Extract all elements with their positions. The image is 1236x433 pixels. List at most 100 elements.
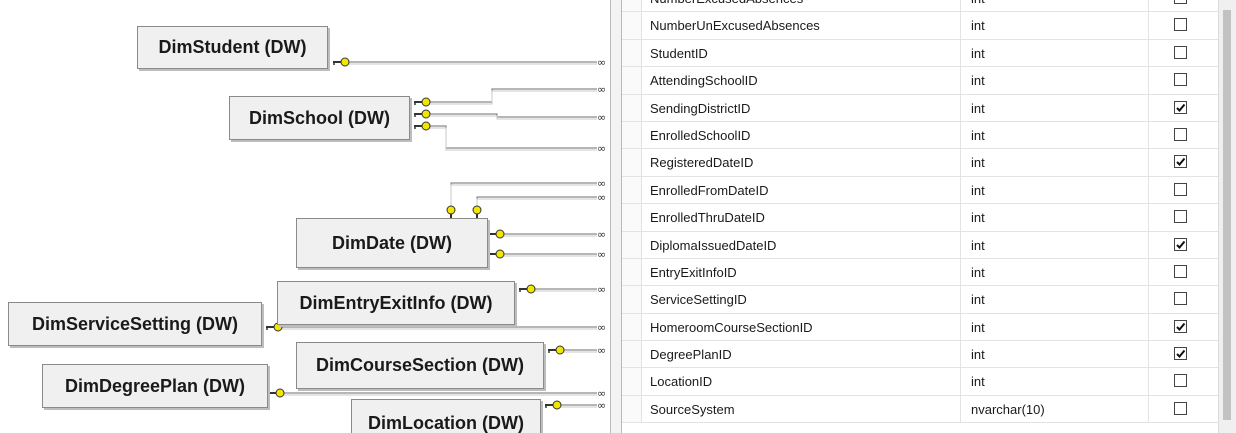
allow-nulls-cell[interactable]	[1148, 0, 1218, 12]
row-selector[interactable]	[622, 121, 642, 149]
allow-nulls-checkbox[interactable]	[1174, 45, 1187, 59]
allow-nulls-cell[interactable]	[1148, 67, 1218, 94]
allow-nulls-checkbox[interactable]	[1174, 0, 1187, 4]
table-dimentryexitinfo[interactable]: DimEntryExitInfo (DW)	[277, 281, 515, 325]
row-selector[interactable]	[622, 341, 642, 368]
allow-nulls-cell[interactable]	[1148, 395, 1218, 423]
data-type-cell[interactable]: int	[960, 286, 1148, 313]
data-type-cell[interactable]: int	[960, 176, 1148, 204]
allow-nulls-checkbox[interactable]	[1174, 237, 1187, 251]
column-row[interactable]: SendingDistrictID int	[622, 94, 1218, 122]
column-row[interactable]: SourceSystem nvarchar(10)	[622, 395, 1218, 424]
column-name-cell[interactable]: DegreePlanID	[650, 341, 960, 368]
data-type-cell[interactable]: int	[960, 0, 1148, 12]
data-type-cell[interactable]: int	[960, 39, 1148, 67]
allow-nulls-checkbox[interactable]	[1174, 182, 1187, 196]
data-type-cell[interactable]: int	[960, 121, 1148, 149]
row-selector[interactable]	[622, 368, 642, 395]
allow-nulls-cell[interactable]	[1148, 231, 1218, 258]
allow-nulls-checkbox[interactable]	[1174, 401, 1187, 415]
data-type-cell[interactable]: int	[960, 204, 1148, 231]
allow-nulls-checkbox[interactable]	[1174, 73, 1187, 87]
panel-splitter[interactable]	[610, 0, 622, 433]
column-name-cell[interactable]: HomeroomCourseSectionID	[650, 314, 960, 341]
row-selector[interactable]	[622, 67, 642, 94]
column-name-cell[interactable]: DiplomaIssuedDateID	[650, 232, 960, 259]
allow-nulls-cell[interactable]	[1148, 176, 1218, 204]
column-row[interactable]: NumberExcusedAbsencesint	[622, 0, 1218, 13]
column-name-cell[interactable]: StudentID	[650, 40, 960, 67]
column-name-cell[interactable]: RegisteredDateID	[650, 149, 960, 176]
row-selector[interactable]	[622, 94, 642, 121]
column-row[interactable]: ServiceSettingID int	[622, 286, 1218, 314]
data-type-cell[interactable]: int	[960, 94, 1148, 121]
data-type-cell[interactable]: int	[960, 258, 1148, 286]
column-name-cell[interactable]: LocationID	[650, 368, 960, 395]
allow-nulls-checkbox[interactable]	[1174, 127, 1187, 141]
column-grid[interactable]: NumberExcusedAbsencesintNumberUnExcusedA…	[622, 0, 1218, 433]
data-type-cell[interactable]: nvarchar(10)	[960, 395, 1148, 423]
allow-nulls-checkbox[interactable]	[1174, 264, 1187, 278]
table-dimservicesetting[interactable]: DimServiceSetting (DW)	[8, 302, 262, 346]
table-dimstudent[interactable]: DimStudent (DW)	[137, 26, 328, 69]
allow-nulls-cell[interactable]	[1148, 286, 1218, 313]
row-selector[interactable]	[622, 286, 642, 313]
allow-nulls-cell[interactable]	[1148, 39, 1218, 67]
data-type-cell[interactable]: int	[960, 12, 1148, 39]
column-row[interactable]: StudentID int	[622, 39, 1218, 68]
column-row[interactable]: NumberUnExcusedAbsences int	[622, 12, 1218, 40]
table-dimdegreeplan[interactable]: DimDegreePlan (DW)	[42, 364, 268, 408]
allow-nulls-cell[interactable]	[1148, 12, 1218, 39]
column-name-cell[interactable]: EnrolledFromDateID	[650, 177, 960, 204]
allow-nulls-cell[interactable]	[1148, 121, 1218, 149]
row-selector[interactable]	[622, 231, 642, 258]
allow-nulls-checkbox[interactable]	[1174, 319, 1187, 333]
column-name-cell[interactable]: AttendingSchoolID	[650, 67, 960, 94]
allow-nulls-checkbox[interactable]	[1174, 155, 1187, 169]
column-row[interactable]: HomeroomCourseSectionID int	[622, 313, 1218, 342]
column-row[interactable]: AttendingSchoolID int	[622, 67, 1218, 95]
column-row[interactable]: EnrolledThruDateID int	[622, 204, 1218, 232]
allow-nulls-cell[interactable]	[1148, 341, 1218, 368]
table-dimcoursesection[interactable]: DimCourseSection (DW)	[296, 342, 544, 389]
row-selector[interactable]	[622, 0, 642, 12]
data-type-cell[interactable]: int	[960, 231, 1148, 258]
column-row[interactable]: EnrolledSchoolID int	[622, 121, 1218, 150]
column-name-cell[interactable]: EnrolledSchoolID	[650, 122, 960, 149]
row-selector[interactable]	[622, 258, 642, 286]
allow-nulls-checkbox[interactable]	[1174, 292, 1187, 306]
column-name-cell[interactable]: EnrolledThruDateID	[650, 204, 960, 231]
column-row[interactable]: DegreePlanID int	[622, 341, 1218, 369]
row-selector[interactable]	[622, 149, 642, 176]
column-row[interactable]: EntryExitInfoID int	[622, 258, 1218, 287]
vertical-scrollbar[interactable]	[1218, 0, 1236, 433]
table-dimschool[interactable]: DimSchool (DW)	[229, 96, 410, 140]
column-name-cell[interactable]: SourceSystem	[650, 396, 960, 423]
allow-nulls-cell[interactable]	[1148, 94, 1218, 121]
diagram-canvas[interactable]: ∞ ∞ ∞ ∞ ∞ ∞ ∞ ∞ ∞ ∞ ∞ ∞ ∞ DimStudent (DW) DimSchool …	[0, 0, 610, 433]
row-selector[interactable]	[622, 204, 642, 231]
allow-nulls-cell[interactable]	[1148, 204, 1218, 231]
column-name-cell[interactable]: EntryExitInfoID	[650, 259, 960, 286]
column-name-cell[interactable]: SendingDistrictID	[650, 95, 960, 122]
allow-nulls-cell[interactable]	[1148, 313, 1218, 341]
allow-nulls-checkbox[interactable]	[1174, 210, 1187, 224]
row-selector[interactable]	[622, 39, 642, 67]
relationship-line[interactable]	[426, 125, 597, 149]
table-dimlocation[interactable]: DimLocation (DW)	[351, 399, 541, 433]
row-selector[interactable]	[622, 176, 642, 204]
allow-nulls-cell[interactable]	[1148, 368, 1218, 395]
column-row[interactable]: EnrolledFromDateID int	[622, 176, 1218, 205]
allow-nulls-cell[interactable]	[1148, 258, 1218, 286]
allow-nulls-checkbox[interactable]	[1174, 100, 1187, 114]
table-dimdate[interactable]: DimDate (DW)	[296, 218, 488, 268]
row-selector[interactable]	[622, 313, 642, 341]
allow-nulls-cell[interactable]	[1148, 149, 1218, 176]
row-selector[interactable]	[622, 395, 642, 423]
data-type-cell[interactable]: int	[960, 341, 1148, 368]
scrollbar-thumb[interactable]	[1223, 10, 1231, 420]
data-type-cell[interactable]: int	[960, 67, 1148, 94]
column-row[interactable]: DiplomaIssuedDateID int	[622, 231, 1218, 259]
data-type-cell[interactable]: int	[960, 149, 1148, 176]
data-type-cell[interactable]: int	[960, 313, 1148, 341]
